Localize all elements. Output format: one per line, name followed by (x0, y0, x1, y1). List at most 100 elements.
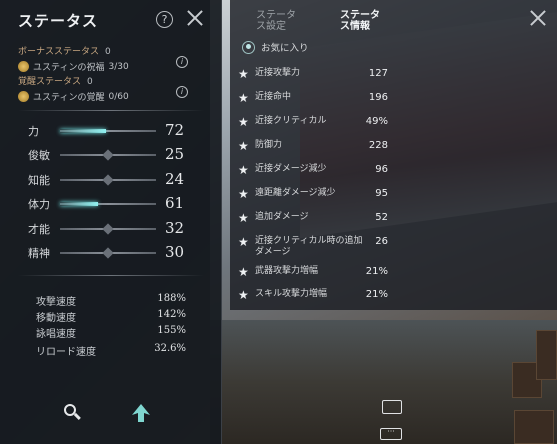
detail-label: 近接攻撃力 (255, 68, 301, 78)
info-icon[interactable]: i (176, 56, 188, 68)
detail-label: 近接クリティカル (255, 116, 327, 126)
stat-value: 24 (165, 170, 185, 188)
detail-value: 228 (368, 140, 388, 151)
awaken-status-label: 覚醒ステータス (18, 77, 82, 87)
stat-bar (60, 247, 156, 259)
blessing-line: ユスティンの祝福 3/30 (18, 60, 129, 73)
stat-row-spirit: 精神 30 (0, 243, 222, 263)
speed-row-attack: 攻撃速度 188% (36, 293, 186, 308)
divider (18, 110, 204, 111)
speed-label: 詠唱速度 (36, 329, 76, 340)
stat-label: 力 (28, 125, 39, 138)
bonus-status-count: 0 (105, 47, 111, 57)
stat-row-intelligence: 知能 24 (0, 170, 222, 190)
detail-value: 196 (368, 92, 388, 103)
awaken-status-block: 覚醒ステータス 0 ユスティンの覚醒 0/60 (18, 74, 129, 103)
detail-label: 近接命中 (255, 92, 292, 102)
tab-bar: ステータス設定 ステータス情報 (230, 10, 557, 40)
stat-row-strength: 力 72 (0, 121, 222, 141)
search-icon[interactable] (62, 403, 82, 423)
stat-bar (60, 129, 156, 133)
arrow-up-icon[interactable] (130, 402, 152, 424)
stat-label: 才能 (28, 223, 50, 236)
speed-value: 188% (157, 293, 186, 304)
awakening-icon (18, 91, 29, 102)
speed-value: 155% (157, 325, 186, 336)
detail-value: 26 (375, 236, 388, 247)
ground (210, 320, 557, 444)
status-panel: ステータス ? ボーナスステータス 0 ユスティンの祝福 3/30 i 覚醒ステー… (0, 0, 222, 444)
detail-label: 近接ダメージ減少 (255, 164, 327, 174)
detail-label: 武器攻撃力増幅 (255, 266, 319, 276)
stat-value: 61 (165, 194, 185, 212)
star-icon[interactable]: ★ (238, 187, 249, 201)
detail-value: 96 (375, 164, 388, 175)
star-icon[interactable]: ★ (238, 67, 249, 81)
detail-value: 49% (365, 116, 388, 127)
stat-bar (60, 202, 156, 206)
detail-label: 追加ダメージ (255, 212, 309, 222)
stat-value: 25 (165, 145, 185, 163)
star-icon[interactable]: ★ (238, 91, 249, 105)
panel-title: ステータス (18, 12, 99, 30)
divider (18, 275, 204, 276)
blessing-icon (18, 61, 29, 72)
awakening-value: 0/60 (108, 91, 129, 102)
star-icon[interactable]: ★ (238, 139, 249, 153)
detail-value: 52 (375, 212, 388, 223)
speed-row-reload: リロード速度 32.6% (36, 343, 186, 358)
close-icon[interactable] (185, 8, 205, 28)
detail-label: 遠距離ダメージ減少 (255, 188, 336, 198)
awaken-status-heading: 覚醒ステータス 0 (18, 74, 129, 87)
stat-label: 知能 (28, 174, 50, 187)
crate (536, 330, 557, 380)
close-icon[interactable] (528, 8, 548, 28)
detail-value: 21% (365, 289, 388, 300)
stat-bar (60, 223, 156, 235)
crate (514, 410, 554, 444)
stat-row-talent: 才能 32 (0, 219, 222, 239)
stat-value: 72 (165, 121, 185, 139)
stat-bar (60, 174, 156, 186)
star-icon[interactable]: ★ (238, 163, 249, 177)
star-icon[interactable]: ★ (238, 265, 249, 279)
favorite-toggle[interactable]: お気に入り (242, 40, 309, 54)
stat-value: 32 (165, 219, 185, 237)
speed-value: 142% (157, 309, 186, 320)
stat-row-vitality: 体力 61 (0, 194, 222, 214)
star-icon[interactable]: ★ (238, 211, 249, 225)
star-icon[interactable]: ★ (238, 115, 249, 129)
stat-bar (60, 149, 156, 161)
info-icon[interactable]: i (176, 86, 188, 98)
help-icon[interactable]: ? (156, 11, 173, 28)
speed-row-move: 移動速度 142% (36, 309, 186, 324)
detail-value: 21% (365, 266, 388, 277)
stat-label: 体力 (28, 198, 50, 211)
bonus-status-block: ボーナスステータス 0 ユスティンの祝福 3/30 (18, 44, 129, 73)
detail-label: 防御力 (255, 140, 283, 150)
detail-label: 近接クリティカル時の追加ダメージ (255, 236, 363, 257)
awakening-label: ユスティンの覚醒 (33, 93, 105, 103)
detail-panel: ステータス設定 ステータス情報 お気に入り ★ 近接攻撃力 127 ★ 近接命中… (230, 0, 557, 310)
message-icon[interactable]: ··· (380, 428, 402, 440)
detail-value: 127 (368, 68, 388, 79)
chat-icon[interactable] (382, 400, 402, 414)
stat-value: 30 (165, 243, 185, 261)
tab-status-settings[interactable]: ステータス設定 (256, 10, 296, 32)
tab-status-info[interactable]: ステータス情報 (340, 10, 380, 32)
detail-label: スキル攻撃力増幅 (255, 289, 328, 299)
speed-label: 移動速度 (36, 313, 76, 324)
stat-label: 精神 (28, 247, 50, 260)
favorite-label: お気に入り (261, 43, 309, 54)
stat-label: 俊敏 (28, 149, 50, 162)
blessing-value: 3/30 (108, 61, 129, 72)
star-icon[interactable]: ★ (238, 235, 249, 249)
awaken-status-count: 0 (87, 77, 93, 87)
favorite-radio-icon[interactable] (242, 40, 255, 54)
detail-value: 95 (375, 188, 388, 199)
awakening-line: ユスティンの覚醒 0/60 (18, 90, 129, 103)
star-icon[interactable]: ★ (238, 288, 249, 302)
speed-row-cast: 詠唱速度 155% (36, 325, 186, 340)
speed-label: リロード速度 (36, 347, 96, 358)
bonus-status-heading: ボーナスステータス 0 (18, 44, 129, 57)
